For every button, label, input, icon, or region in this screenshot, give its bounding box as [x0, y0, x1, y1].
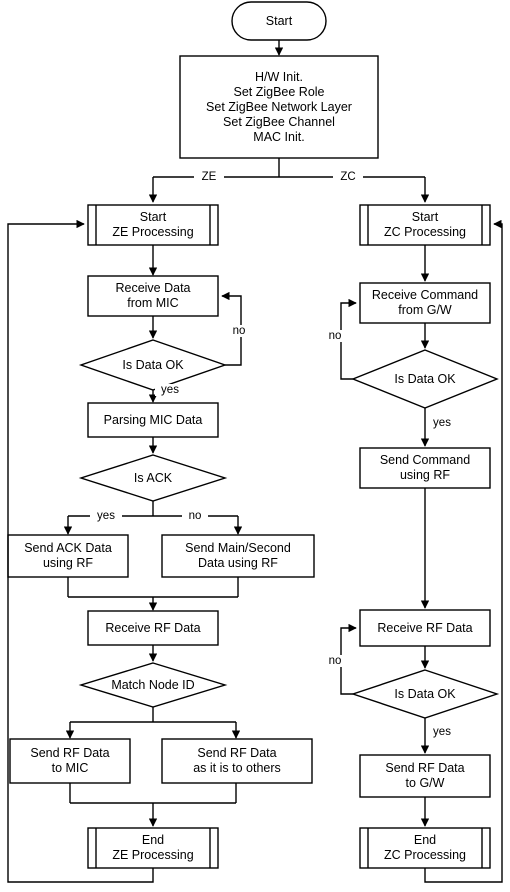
- shape-zc-recv-rf: [359, 609, 491, 647]
- shape-ze-send-others: [161, 738, 313, 784]
- flowchart-shapes: [7, 1, 503, 883]
- shape-zc-end: [359, 827, 491, 869]
- shape-ze-send-mic: [9, 738, 131, 784]
- shape-ze-data-ok: [78, 339, 228, 391]
- shape-zc-data-ok-2: [350, 669, 500, 719]
- shape-ze-end: [87, 827, 219, 869]
- shape-ze-is-ack: [78, 454, 228, 502]
- shape-zc-start: [359, 204, 491, 246]
- shape-zc-send-cmd: [359, 447, 491, 489]
- shape-ze-recv-mic: [87, 275, 219, 317]
- shape-zc-data-ok-1: [351, 349, 499, 409]
- shape-ze-parse: [87, 402, 219, 438]
- shape-ze-recv-rf: [87, 610, 219, 646]
- flowchart-canvas: Start H/W Init. Set ZigBee Role Set ZigB…: [0, 0, 510, 892]
- shape-start: [231, 1, 327, 41]
- shape-ze-match-node: [78, 662, 228, 708]
- shape-ze-send-main: [161, 534, 315, 578]
- shape-init: [179, 55, 379, 159]
- shape-ze-send-ack: [7, 534, 129, 578]
- shape-zc-send-gw: [359, 754, 491, 798]
- shape-ze-start: [87, 204, 219, 246]
- shape-zc-recv-cmd: [359, 282, 491, 324]
